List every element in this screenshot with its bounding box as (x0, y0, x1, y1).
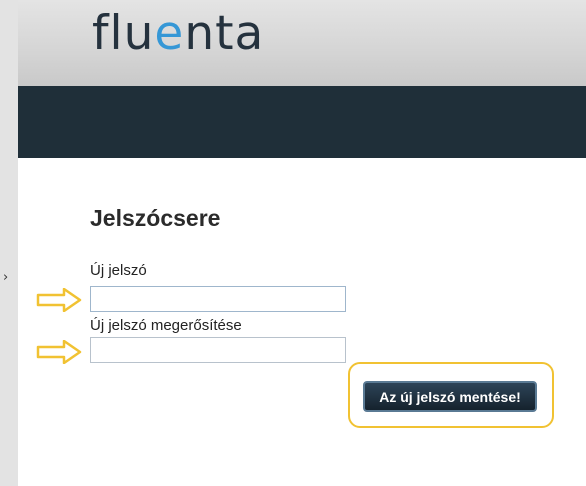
logo-text-accent: e (154, 6, 185, 61)
arrow-right-icon (36, 340, 82, 364)
new-password-field[interactable] (90, 286, 346, 312)
new-password-label: Új jelszó (90, 262, 147, 279)
page: fluenta Jelszócsere Új jelszó Új jelszó … (18, 0, 586, 486)
save-password-button[interactable]: Az új jelszó mentése! (363, 381, 537, 412)
header: fluenta (18, 0, 586, 86)
logo-text-end: nta (184, 6, 265, 61)
confirm-password-label: Új jelszó megerősítése (90, 317, 242, 334)
page-title: Jelszócsere (90, 205, 221, 231)
arrow-right-icon (36, 288, 82, 312)
navigation-bar (18, 86, 586, 158)
confirm-password-field[interactable] (90, 337, 346, 363)
left-gutter: › (0, 0, 18, 486)
chevron-right-icon: › (3, 270, 9, 285)
fluenta-logo[interactable]: fluenta (92, 6, 264, 61)
logo-text-start: flu (92, 6, 155, 61)
